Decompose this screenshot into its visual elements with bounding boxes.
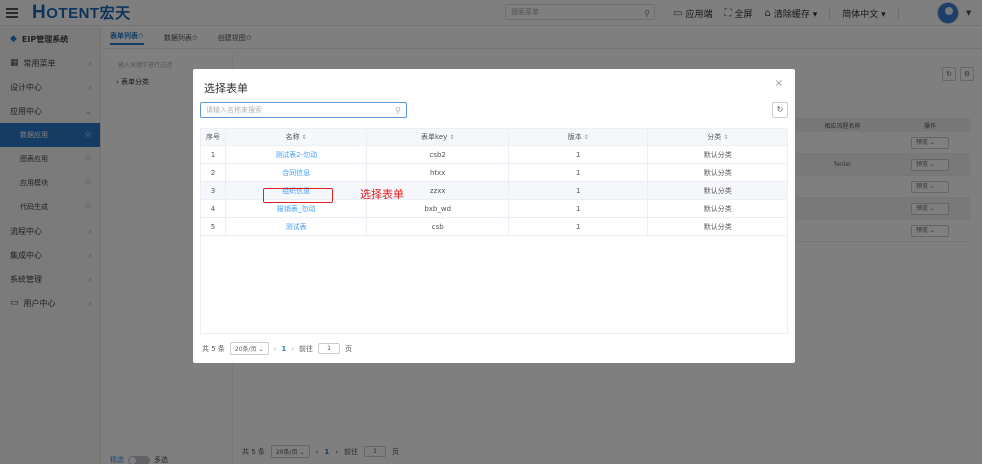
page-number[interactable]: 1 [281, 345, 286, 353]
sort-icon[interactable]: ⇕ [584, 134, 589, 141]
refresh-icon[interactable]: ↻ [772, 102, 788, 118]
table-row[interactable]: 1 测试表2-勿动 csb2 1 默认分类 [201, 145, 787, 164]
table-row[interactable]: 2 合同信息 htxx 1 默认分类 [201, 163, 787, 182]
sort-icon[interactable]: ⇕ [449, 134, 454, 141]
column-header-key[interactable]: 表单key ⇕ [366, 128, 508, 146]
sort-icon[interactable]: ⇕ [302, 134, 307, 141]
prev-page-icon[interactable]: ‹ [274, 345, 277, 353]
page-size-select[interactable]: 20条/页 ⌄ [229, 342, 269, 355]
column-header-version[interactable]: 版本 ⇕ [507, 128, 648, 146]
form-name-link[interactable]: 测试表 [224, 217, 367, 236]
column-header-no: 序号 [205, 132, 220, 141]
form-table: 序号 名称 ⇕ 表单key ⇕ 版本 ⇕ 分类 ⇕ 1 测试表2-勿动 csb2 1 默… [200, 128, 788, 334]
next-page-icon[interactable]: › [291, 345, 294, 353]
dialog-title: 选择表单 [204, 82, 248, 95]
column-header-name[interactable]: 名称 ⇕ [224, 128, 367, 146]
table-header: 序号 名称 ⇕ 表单key ⇕ 版本 ⇕ 分类 ⇕ [201, 128, 787, 146]
page-unit: 页 [345, 344, 353, 353]
total-count: 共 5 条 [202, 344, 225, 353]
sort-icon[interactable]: ⇕ [723, 134, 728, 141]
table-row[interactable]: 5 测试表 csb 1 默认分类 [201, 217, 787, 236]
select-form-dialog: 选择表单 × 请输入名称来搜索 ⚲ ↻ 序号 名称 ⇕ 表单key ⇕ 版本 ⇕ 分类… [193, 69, 795, 363]
form-name-link[interactable]: 测试表2-勿动 [224, 145, 367, 164]
goto-page-input[interactable]: 1 [318, 343, 341, 354]
annotation-highlight-box [263, 188, 333, 203]
column-header-category[interactable]: 分类 ⇕ [647, 128, 787, 146]
dialog-search-input[interactable]: 请输入名称来搜索 ⚲ [200, 102, 407, 118]
goto-label: 前往 [299, 344, 314, 353]
close-icon[interactable]: × [775, 78, 783, 89]
annotation-label: 选择表单 [360, 188, 404, 201]
form-name-link[interactable]: 合同信息 [224, 163, 367, 182]
dialog-pagination: 共 5 条 20条/页 ⌄ ‹ 1 › 前往 1 页 [202, 342, 352, 355]
search-icon[interactable]: ⚲ [395, 104, 401, 118]
